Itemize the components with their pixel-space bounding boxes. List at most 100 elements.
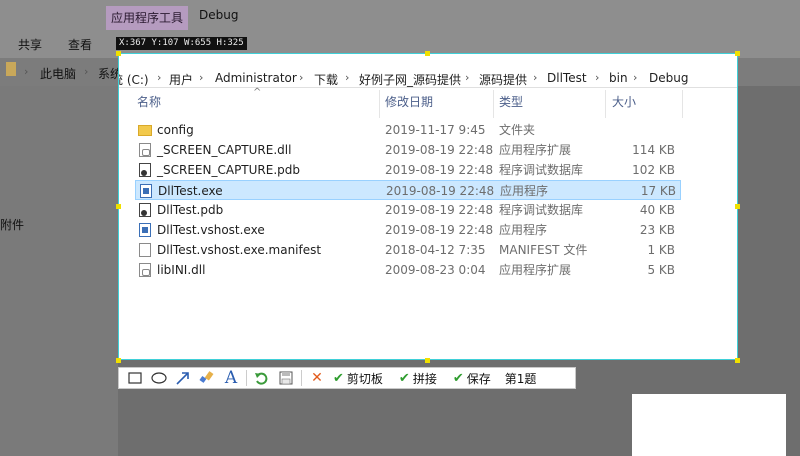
breadcrumb-debug[interactable]: Debug <box>649 71 688 85</box>
chevron-right-icon: › <box>595 71 600 84</box>
rectangle-tool-button[interactable] <box>123 368 147 388</box>
file-date: 2019-08-19 22:48 <box>385 223 494 237</box>
address-bar[interactable]: 系统 (C:) › 用户 › Administrator › 下载 › 好例子网… <box>119 59 737 88</box>
breadcrumb-system-c[interactable]: 系统 (C:) <box>119 71 149 88</box>
file-date: 2019-08-19 22:48 <box>385 143 494 157</box>
file-type: 应用程序扩展 <box>499 143 572 157</box>
file-type: 程序调试数据库 <box>499 163 584 177</box>
cancel-button[interactable]: ✕ <box>305 368 329 388</box>
column-header-date[interactable]: 修改日期 <box>385 90 433 114</box>
file-name: DllTest.pdb <box>157 203 224 217</box>
file-type: 程序调试数据库 <box>499 203 584 217</box>
column-divider[interactable] <box>493 90 494 118</box>
clipboard-button[interactable]: ✔ 剪切板 <box>329 368 387 388</box>
rectangle-icon <box>128 372 142 384</box>
sidebar-item-attachments[interactable]: 附件 <box>0 216 24 233</box>
breadcrumb-downloads[interactable]: 下载 <box>314 71 338 88</box>
capture-region[interactable]: 系统 (C:) › 用户 › Administrator › 下载 › 好例子网… <box>118 53 738 360</box>
resize-handle[interactable] <box>116 358 121 363</box>
resize-handle[interactable] <box>116 51 121 56</box>
resize-handle[interactable] <box>735 204 740 209</box>
capture-toolbar: A ✕ ✔ 剪切板 ✔ 拼接 ✔ 保存 第1题 <box>118 367 576 389</box>
save-label: 保存 <box>466 371 491 386</box>
arrow-tool-button[interactable] <box>171 368 195 388</box>
file-name: _SCREEN_CAPTURE.dll <box>157 143 292 157</box>
file-size: 23 KB <box>639 223 675 237</box>
file-name: libINI.dll <box>157 263 206 277</box>
chevron-right-icon: › <box>199 71 204 84</box>
chevron-right-icon: › <box>299 71 304 84</box>
toolbar-divider <box>246 370 247 386</box>
chevron-right-icon: › <box>157 71 162 84</box>
breadcrumb-users[interactable]: 用户 <box>169 71 193 88</box>
tab-debug[interactable]: Debug <box>199 8 238 22</box>
exe-icon <box>139 223 151 237</box>
resize-handle[interactable] <box>735 51 740 56</box>
file-date: 2019-08-19 22:48 <box>386 184 495 198</box>
save-button[interactable]: ✔ 保存 <box>449 368 495 388</box>
floppy-disk-icon <box>279 371 293 385</box>
column-divider[interactable] <box>605 90 606 118</box>
breadcrumb-administrator[interactable]: Administrator <box>215 71 297 85</box>
file-row[interactable]: config 2019-11-17 9:45 文件夹 <box>135 120 681 140</box>
file-size: 40 KB <box>639 203 675 217</box>
column-header-type[interactable]: 类型 <box>499 90 523 114</box>
file-row[interactable]: DllTest.vshost.exe.manifest 2018-04-12 7:… <box>135 240 681 260</box>
breadcrumb-bin[interactable]: bin <box>609 71 628 85</box>
column-divider[interactable] <box>379 90 380 118</box>
file-row[interactable]: _SCREEN_CAPTURE.dll 2019-08-19 22:48 应用程序扩… <box>135 140 681 160</box>
file-type: 文件夹 <box>499 123 536 137</box>
file-row[interactable]: DllTest.pdb 2019-08-19 22:48 程序调试数据库 40 KB <box>135 200 681 220</box>
brush-tool-button[interactable] <box>195 368 219 388</box>
close-icon: ✕ <box>311 370 323 386</box>
column-divider[interactable] <box>682 90 683 118</box>
resize-handle[interactable] <box>425 358 430 363</box>
tab-app-tools[interactable]: 应用程序工具 <box>106 6 188 30</box>
check-icon: ✔ <box>333 370 344 386</box>
file-type: 应用程序扩展 <box>499 263 572 277</box>
tab-share[interactable]: 共享 <box>18 36 42 53</box>
resize-handle[interactable] <box>116 204 121 209</box>
text-tool-button[interactable]: A <box>219 368 243 388</box>
ellipse-tool-button[interactable] <box>147 368 171 388</box>
text-icon: A <box>224 368 238 388</box>
check-icon: ✔ <box>452 370 464 386</box>
clipboard-label: 剪切板 <box>346 371 383 386</box>
chevron-right-icon: › <box>345 71 350 84</box>
tab-view[interactable]: 查看 <box>68 36 92 53</box>
chevron-right-icon: › <box>24 65 29 78</box>
dll-icon <box>139 143 151 157</box>
check-icon: ✔ <box>398 370 410 386</box>
chevron-right-icon: › <box>533 71 538 84</box>
save-disk-button[interactable] <box>274 368 298 388</box>
question-label: 第1题 <box>504 371 537 386</box>
breadcrumb-dlltest[interactable]: DllTest <box>547 71 587 85</box>
file-size: 114 KB <box>632 143 675 157</box>
file-name: DllTest.exe <box>158 184 223 198</box>
file-name: _SCREEN_CAPTURE.pdb <box>157 163 300 177</box>
file-row[interactable]: DllTest.vshost.exe 2019-08-19 22:48 应用程序 23… <box>135 220 681 240</box>
file-row[interactable]: _SCREEN_CAPTURE.pdb 2019-08-19 22:48 程序调试数… <box>135 160 681 180</box>
stitch-label: 拼接 <box>412 371 437 386</box>
exe-icon <box>140 184 152 198</box>
file-row[interactable]: DllTest.exe 2019-08-19 22:48 应用程序 17 KB <box>135 180 681 200</box>
breadcrumb-this-pc[interactable]: 此电脑 <box>40 65 76 82</box>
navigation-pane <box>0 86 118 456</box>
file-size: 5 KB <box>647 263 675 277</box>
folder-icon <box>138 125 152 136</box>
resize-handle[interactable] <box>425 51 430 56</box>
breadcrumb-source[interactable]: 源码提供 <box>479 71 527 88</box>
resize-handle[interactable] <box>735 358 740 363</box>
file-name: config <box>157 123 194 137</box>
chevron-right-icon: › <box>84 65 89 78</box>
column-header-name[interactable]: 名称 <box>137 90 161 114</box>
breadcrumb-system-c-partial[interactable]: 系统 (C:) <box>98 65 118 82</box>
chevron-right-icon: › <box>465 71 470 84</box>
stitch-button[interactable]: ✔ 拼接 <box>395 368 441 388</box>
file-icon <box>139 243 151 257</box>
breadcrumb-haolizi[interactable]: 好例子网_源码提供 <box>359 71 461 88</box>
blank-panel <box>632 394 786 456</box>
undo-button[interactable] <box>250 368 274 388</box>
column-header-size[interactable]: 大小 <box>612 90 636 114</box>
file-row[interactable]: libINI.dll 2009-08-23 0:04 应用程序扩展 5 KB <box>135 260 681 280</box>
